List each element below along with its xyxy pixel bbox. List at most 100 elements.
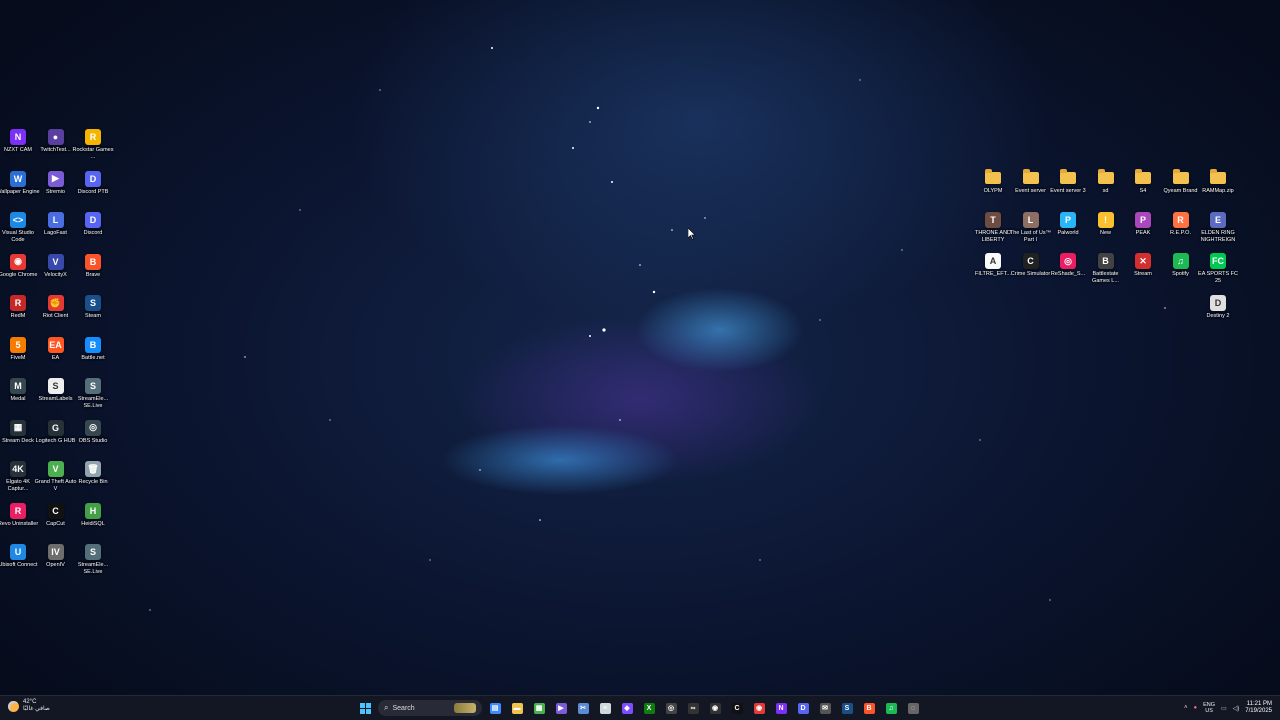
desktop-shortcut[interactable]: P PEAK (1123, 211, 1163, 237)
desktop-shortcut[interactable]: M Medal (0, 378, 38, 403)
taskbar-app-button[interactable]: D (794, 699, 812, 717)
desktop-shortcut[interactable]: RAMMap.zip (1198, 169, 1238, 195)
taskbar-app-button[interactable]: X (640, 699, 658, 717)
network-icon[interactable]: ▭ (1221, 705, 1227, 712)
desktop-shortcut[interactable]: R Revo Uninstaller (0, 502, 38, 528)
reshade-icon: ◎ (1060, 253, 1076, 269)
desktop-shortcut[interactable]: D Destiny 2 (1198, 294, 1238, 320)
desktop-shortcut[interactable]: A FILTRE_EFT... (973, 253, 1013, 278)
desktop-shortcut[interactable]: ✊ Riot Client (36, 295, 76, 320)
windows-logo-icon (359, 702, 371, 714)
chevron-up-icon[interactable]: ˄ (1184, 705, 1188, 711)
desktop-shortcut[interactable]: 4K Elgato 4K Captur... (0, 461, 38, 493)
desktop-shortcut[interactable]: IV OpenIV (36, 544, 76, 569)
desktop-shortcut[interactable]: D Discord (73, 212, 113, 237)
desktop-shortcut[interactable]: ▦ Stream Deck (0, 419, 38, 445)
discord-ptb-icon: D (85, 170, 101, 187)
desktop-shortcut[interactable]: V VelocityX (36, 253, 76, 279)
desktop-shortcut[interactable]: S StreamLabels (36, 378, 76, 403)
volume-icon[interactable]: ◁) (1233, 705, 1240, 712)
desktop-shortcut[interactable]: FC EA SPORTS FC 25 (1198, 253, 1238, 285)
folder-icon: ▬ (511, 702, 523, 714)
velocityx-icon: V (47, 253, 64, 270)
folder-icon (1022, 169, 1039, 184)
desktop-shortcut[interactable]: ! New (1086, 211, 1126, 237)
language-indicator[interactable]: ENG US (1203, 702, 1215, 714)
taskbar-search-box[interactable]: ⌕ Search (378, 700, 482, 716)
keyboard-layout: US (1205, 708, 1213, 714)
desktop-shortcut[interactable]: ◎ OBS Studio (73, 419, 113, 445)
desktop-shortcut[interactable]: R R.E.P.O. (1161, 211, 1201, 237)
desktop-shortcut[interactable]: R Rockstar Games ... (73, 129, 113, 161)
start-button[interactable] (356, 699, 374, 717)
taskbar-app-button[interactable]: ▦ (530, 699, 548, 717)
taskbar-app-button[interactable]: ▤ (486, 699, 504, 717)
desktop-shortcut[interactable]: Event server 3 (1048, 169, 1088, 195)
desktop-shortcut[interactable]: C Crime Simulator (1011, 253, 1051, 278)
lagofast-icon: L (47, 212, 64, 228)
desktop-shortcut[interactable]: L LagoFast (36, 212, 76, 237)
desktop-shortcut[interactable]: V Grand Theft Auto V (35, 461, 76, 493)
desktop-shortcut[interactable]: ◎ ReShade_S... (1048, 253, 1088, 278)
desktop-shortcut[interactable]: W Wallpaper Engine (0, 170, 40, 196)
taskbar-app-button[interactable]: ▬ (508, 699, 526, 717)
weather-widget[interactable]: 42°C صافي غالبًا (8, 699, 50, 713)
taskbar-app-button[interactable]: ◉ (750, 699, 768, 717)
desktop-shortcut[interactable]: ✕ Stream (1123, 253, 1163, 278)
desktop-shortcut[interactable]: D Discord PTB (73, 170, 113, 196)
desktop-shortcut[interactable]: <> Visual Studio Code (0, 212, 38, 244)
desktop-shortcut[interactable]: S4 (1123, 169, 1163, 195)
taskbar-app-button[interactable]: ≡ (596, 699, 614, 717)
desktop-shortcut[interactable]: E ELDEN RING NIGHTREIGN (1198, 211, 1238, 244)
desktop-shortcut[interactable]: ◉ Google Chrome (0, 253, 38, 279)
taskbar-app-button[interactable]: ◌ (904, 699, 922, 717)
desktop-shortcut[interactable]: G Logitech G HUB (36, 419, 76, 445)
taskbar-app-button[interactable]: ✂ (574, 699, 592, 717)
desktop-shortcut[interactable]: sd (1086, 169, 1126, 195)
desktop-shortcut[interactable]: B Battle.net (73, 336, 113, 362)
desktop-shortcut[interactable]: S StreamEle... SE.Live (73, 544, 113, 576)
microphone-icon[interactable]: ● (1193, 705, 1197, 711)
desktop-shortcut[interactable]: S StreamEle... SE.Live (73, 378, 113, 410)
desktop-shortcut[interactable]: Event server (1011, 169, 1051, 195)
taskbar-app-button[interactable]: N (772, 699, 790, 717)
taskbar-app-button[interactable]: ◆ (618, 699, 636, 717)
desktop-shortcut[interactable]: C CapCut (36, 502, 76, 528)
desktop-shortcut[interactable]: Qyeam Brand (1161, 169, 1201, 195)
desktop-shortcut-label: Battle.net (81, 354, 105, 361)
peak-icon: P (1135, 211, 1151, 228)
desktop-shortcut[interactable]: N NZXT CAM (0, 129, 38, 154)
desktop-shortcut[interactable]: ▶ Stremio (36, 170, 76, 196)
desktop-shortcut[interactable]: L The Last of Us™ Part I (1010, 211, 1051, 244)
desktop-shortcut[interactable]: T THRONE AND LIBERTY (973, 211, 1013, 244)
desktop-shortcut[interactable]: 🗑 Recycle Bin (73, 461, 113, 486)
desktop-shortcut[interactable]: H HeidiSQL (73, 502, 113, 528)
taskbar-app-button[interactable]: S (838, 699, 856, 717)
mail-icon: ✉ (819, 702, 831, 714)
taskbar-app-button[interactable]: ◎ (662, 699, 680, 717)
desktop-shortcut[interactable]: U Ubisoft Connect (0, 544, 38, 569)
stream-deck-icon: ▦ (10, 419, 26, 436)
streamelements-icon: S (85, 378, 101, 394)
taskbar-app-button[interactable]: ∞ (684, 699, 702, 717)
throne-and-liberty-icon: T (985, 211, 1001, 228)
weather-description: صافي غالبًا (23, 706, 50, 712)
taskbar-app-button[interactable]: B (860, 699, 878, 717)
desktop-shortcut[interactable]: ♫ Spotify (1161, 253, 1201, 278)
chrome-icon: ◉ (10, 253, 26, 270)
desktop-shortcut[interactable]: ● TwitchTest... (36, 129, 76, 154)
desktop-shortcut[interactable]: B Battlestate Games L... (1086, 253, 1126, 285)
taskbar-app-button[interactable]: ✉ (816, 699, 834, 717)
desktop-shortcut[interactable]: R RedM (0, 295, 38, 320)
desktop-shortcut[interactable]: P Palworld (1048, 211, 1088, 237)
clock[interactable]: 11:21 PM 7/19/2025 (1245, 701, 1272, 715)
taskbar-app-button[interactable]: ◉ (706, 699, 724, 717)
taskbar-app-button[interactable]: C (728, 699, 746, 717)
taskbar-app-button[interactable]: ♫ (882, 699, 900, 717)
desktop-shortcut[interactable]: B Brave (73, 253, 113, 279)
desktop-shortcut[interactable]: EA EA (36, 336, 76, 362)
taskbar-app-button[interactable]: ▶ (552, 699, 570, 717)
desktop-shortcut[interactable]: 5 FiveM (0, 336, 38, 362)
desktop-shortcut[interactable]: S Steam (73, 295, 113, 320)
desktop-shortcut[interactable]: OLYPM (973, 169, 1013, 195)
